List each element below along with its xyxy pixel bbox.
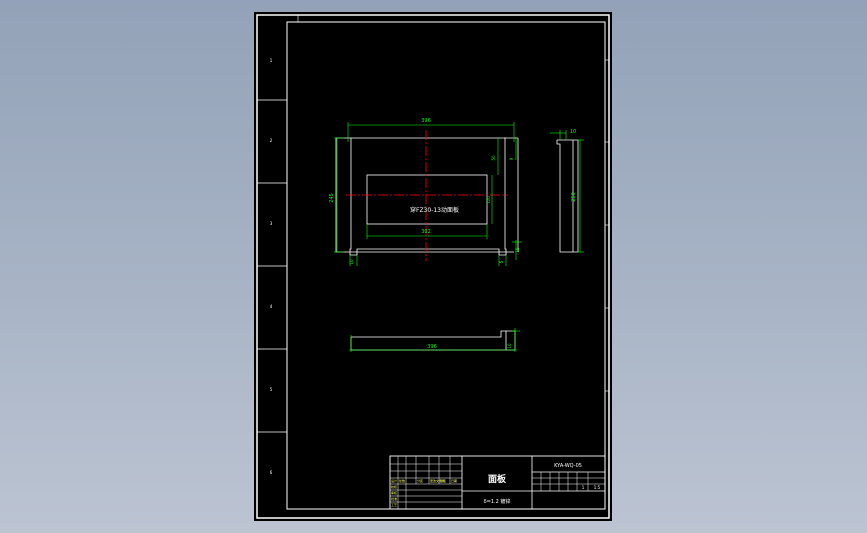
svg-text:3: 3 bbox=[270, 221, 273, 226]
material-spec: δ=1.2 镀锌 bbox=[484, 498, 511, 505]
label-signature: 签名 bbox=[440, 478, 446, 483]
dim-bottom-flange: 10 bbox=[507, 343, 512, 349]
label-date: 日期 bbox=[451, 478, 457, 483]
dim-inner-width: 302 bbox=[421, 229, 431, 235]
drawing-scale: 1:5 bbox=[594, 485, 601, 490]
label-design: 设计 bbox=[391, 478, 397, 483]
cutout-label: 穿FZ30-13动面板 bbox=[410, 206, 459, 214]
sheet-count: 1 bbox=[582, 485, 585, 490]
drawing-sheet: 1 2 3 4 5 6 396 245 302 50 9 120 15 10 5… bbox=[254, 12, 612, 521]
cad-viewport[interactable]: 1 2 3 4 5 6 396 245 302 50 9 120 15 10 5… bbox=[0, 0, 867, 533]
drawing-title: 面板 bbox=[488, 473, 507, 485]
svg-text:2: 2 bbox=[270, 138, 273, 143]
label-review: 审核 bbox=[391, 490, 397, 495]
dim-bottom-left: 10 bbox=[349, 259, 354, 265]
dim-side-thickness: 10 bbox=[570, 129, 576, 135]
label-approve: 批准 bbox=[391, 496, 397, 501]
svg-text:6: 6 bbox=[270, 470, 273, 475]
dim-right-offset: 9 bbox=[509, 157, 514, 160]
dim-bottom-right: 15 bbox=[515, 247, 520, 253]
dim-bottom-length: 396 bbox=[427, 344, 437, 350]
dim-overall-height: 245 bbox=[329, 193, 335, 203]
sheet-background bbox=[254, 12, 612, 521]
label-check: 校核 bbox=[391, 484, 397, 489]
dim-side-height: 250 bbox=[571, 192, 577, 202]
label-zone: 分区 bbox=[417, 478, 423, 483]
label-process: 工艺 bbox=[391, 502, 397, 507]
dim-inner-height: 120 bbox=[486, 196, 491, 204]
svg-text:4: 4 bbox=[270, 304, 273, 309]
dim-bottom-right-2: 5 bbox=[499, 260, 504, 263]
svg-text:5: 5 bbox=[270, 387, 273, 392]
dim-overall-width: 396 bbox=[421, 118, 431, 124]
label-count: 处数 bbox=[399, 478, 405, 483]
svg-text:1: 1 bbox=[270, 58, 273, 63]
dim-top-offset: 50 bbox=[491, 155, 496, 161]
drawing-number: KYA-WQ-05 bbox=[554, 463, 582, 469]
